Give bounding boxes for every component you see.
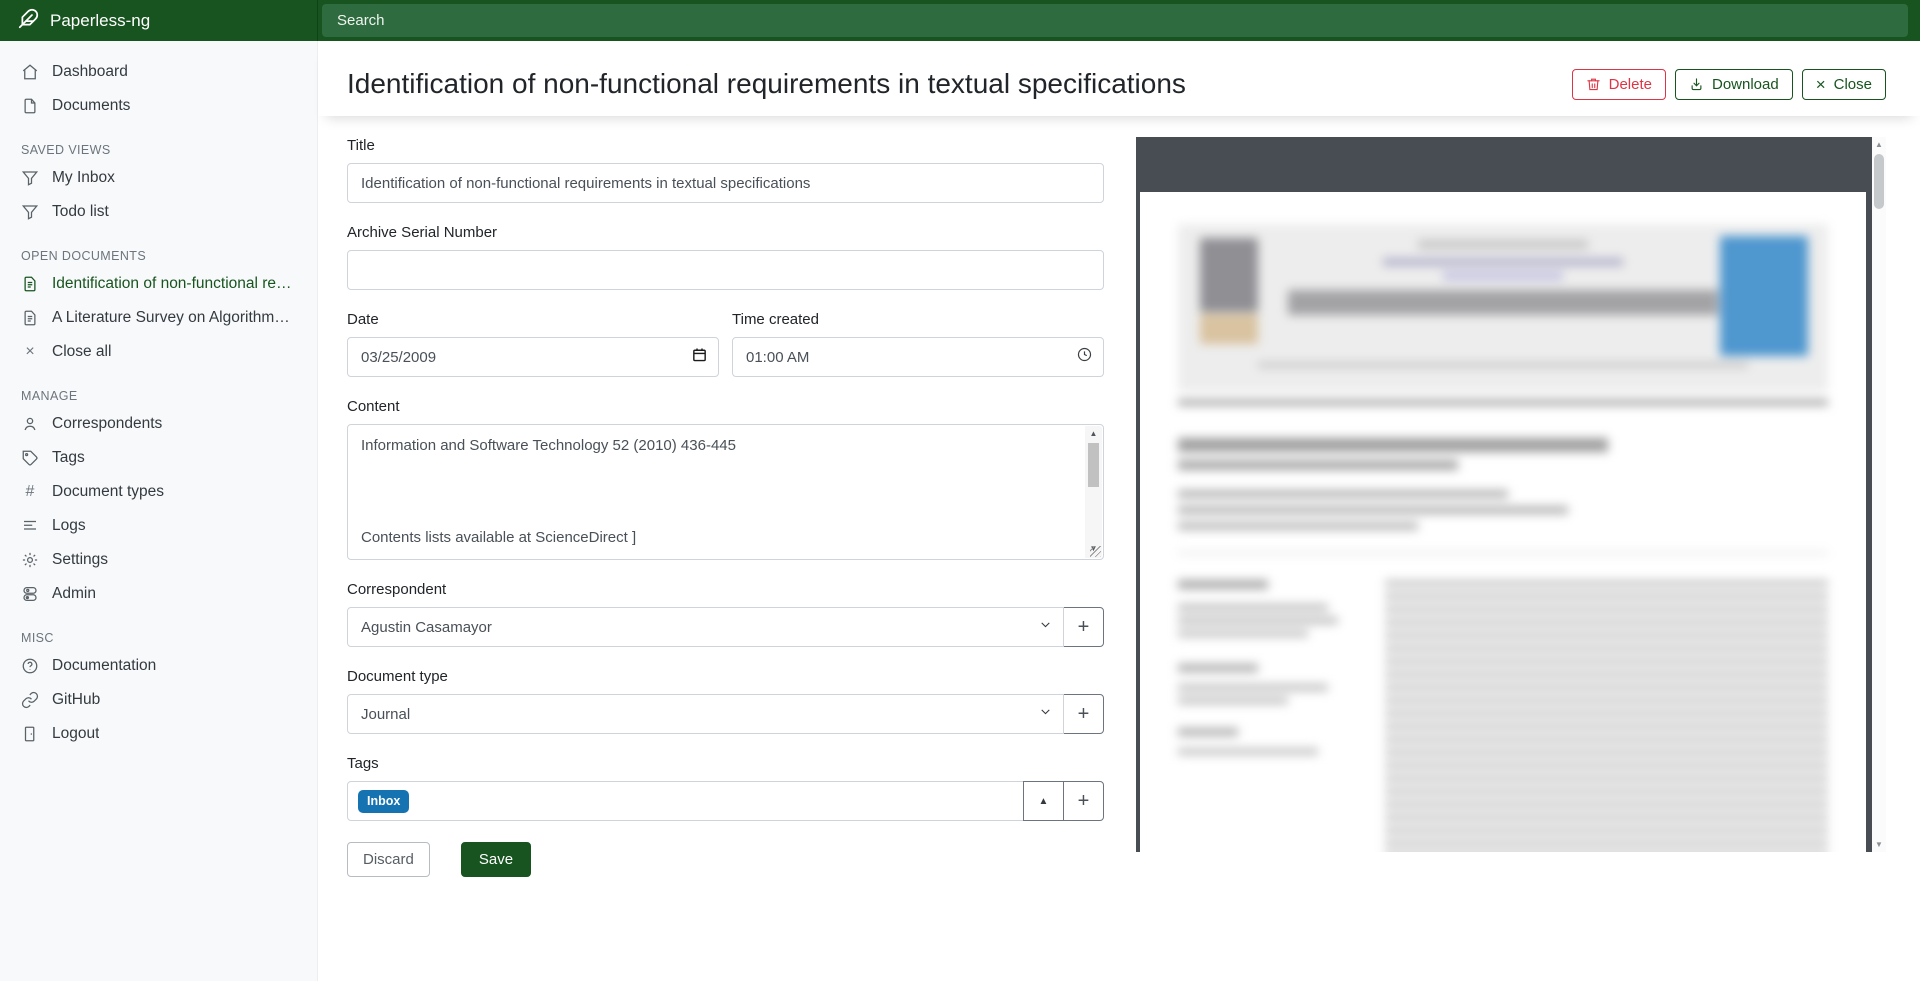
journal-cover-thumbnail: [1720, 236, 1808, 356]
add-tag-button[interactable]: +: [1063, 781, 1104, 821]
gear-icon: [21, 551, 39, 569]
content-field: Information and Software Technology 52 (…: [347, 424, 1104, 560]
list-icon: [21, 517, 39, 535]
tag-icon: [21, 449, 39, 467]
tags-label: Tags: [347, 755, 1104, 772]
header-actions: Delete Download × Close: [1572, 69, 1886, 100]
pdf-page-blurred-content: [1140, 192, 1866, 852]
document-type-label: Document type: [347, 668, 1104, 685]
content-row: Title Archive Serial Number Date: [318, 116, 1920, 877]
close-button[interactable]: × Close: [1802, 69, 1886, 100]
tags-dropdown-caret-button[interactable]: ▲: [1023, 781, 1064, 821]
preview-scrollbar[interactable]: ▲ ▼: [1872, 137, 1886, 852]
tags-input[interactable]: Inbox: [347, 781, 1024, 821]
home-icon: [21, 63, 39, 81]
sidebar-item-correspondents[interactable]: Correspondents: [0, 407, 317, 441]
correspondent-select[interactable]: Agustin Casamayor: [347, 607, 1064, 647]
filter-icon: [21, 169, 39, 187]
scroll-up-icon[interactable]: ▲: [1085, 426, 1102, 441]
open-document-item[interactable]: A Literature Survey on Algorithms for Mu…: [0, 301, 317, 335]
main-content: Identification of non-functional require…: [318, 41, 1920, 981]
publisher-logo: [1200, 238, 1258, 312]
sidebar-item-documentation[interactable]: Documentation: [0, 649, 317, 683]
hash-icon: #: [21, 483, 39, 501]
abstract-text-block: [1385, 580, 1828, 852]
page-title: Identification of non-functional require…: [347, 68, 1186, 100]
sidebar-item-github[interactable]: GitHub: [0, 683, 317, 717]
scrollbar-thumb[interactable]: [1874, 154, 1884, 209]
date-input[interactable]: [347, 337, 719, 377]
download-button[interactable]: Download: [1675, 69, 1793, 100]
file-text-icon: [21, 309, 39, 327]
scroll-up-icon[interactable]: ▲: [1872, 140, 1886, 149]
content-scrollbar[interactable]: ▲ ▼: [1085, 426, 1102, 558]
sidebar: Dashboard Documents SAVED VIEWS My Inbox…: [0, 41, 318, 981]
sidebar-item-dashboard[interactable]: Dashboard: [0, 55, 317, 89]
date-label: Date: [347, 311, 719, 328]
toggles-icon: [21, 585, 39, 603]
section-misc: MISC: [21, 631, 296, 645]
document-header: Identification of non-functional require…: [318, 41, 1920, 116]
file-text-icon: [21, 275, 39, 293]
sidebar-item-document-types[interactable]: # Document types: [0, 475, 317, 509]
navbar-search-area: [318, 0, 1920, 41]
sidebar-item-documents[interactable]: Documents: [0, 89, 317, 123]
resize-grip[interactable]: [1090, 546, 1101, 557]
title-input[interactable]: [347, 163, 1104, 203]
sidebar-item-settings[interactable]: Settings: [0, 543, 317, 577]
top-navbar: Paperless-ng: [0, 0, 1920, 41]
close-icon: ×: [21, 343, 39, 361]
sidebar-item-tags[interactable]: Tags: [0, 441, 317, 475]
section-manage: MANAGE: [21, 389, 296, 403]
archive-serial-number-input[interactable]: [347, 250, 1104, 290]
door-icon: [21, 725, 39, 743]
content-textarea[interactable]: Information and Software Technology 52 (…: [349, 426, 1085, 558]
title-label: Title: [347, 137, 1104, 154]
scroll-down-icon[interactable]: ▼: [1872, 840, 1886, 849]
sidebar-item-logout[interactable]: Logout: [0, 717, 317, 751]
document-type-select[interactable]: Journal: [347, 694, 1064, 734]
link-icon: [21, 691, 39, 709]
journal-header-banner: [1178, 224, 1828, 392]
form-actions: Discard Save: [347, 842, 1104, 877]
add-correspondent-button[interactable]: +: [1063, 607, 1104, 647]
sidebar-item-todo-list[interactable]: Todo list: [0, 195, 317, 229]
document-icon: [21, 97, 39, 115]
section-saved-views: SAVED VIEWS: [21, 143, 296, 157]
document-edit-form: Title Archive Serial Number Date: [347, 137, 1104, 877]
time-created-label: Time created: [732, 311, 1104, 328]
pdf-viewer-background: [1136, 137, 1872, 852]
download-icon: [1689, 77, 1704, 92]
open-document-item-active[interactable]: Identification of non-functional require…: [0, 267, 317, 301]
content-label: Content: [347, 398, 1104, 415]
app-title: Paperless-ng: [50, 11, 150, 31]
delete-button[interactable]: Delete: [1572, 69, 1666, 100]
help-circle-icon: [21, 657, 39, 675]
save-button[interactable]: Save: [461, 842, 531, 877]
user-icon: [21, 415, 39, 433]
trash-icon: [1586, 77, 1601, 92]
document-preview-pane: ▲ ▼: [1136, 137, 1886, 852]
sidebar-item-close-all[interactable]: × Close all: [0, 335, 317, 369]
scrollbar-thumb[interactable]: [1088, 443, 1099, 487]
close-icon: ×: [1816, 77, 1826, 92]
asn-label: Archive Serial Number: [347, 224, 1104, 241]
sidebar-item-admin[interactable]: Admin: [0, 577, 317, 611]
section-open-documents: OPEN DOCUMENTS: [21, 249, 296, 263]
correspondent-label: Correspondent: [347, 581, 1104, 598]
sidebar-item-my-inbox[interactable]: My Inbox: [0, 161, 317, 195]
add-document-type-button[interactable]: +: [1063, 694, 1104, 734]
filter-icon: [21, 203, 39, 221]
discard-button[interactable]: Discard: [347, 842, 430, 877]
app-brand[interactable]: Paperless-ng: [0, 0, 318, 41]
feather-logo-icon: [18, 8, 39, 34]
pdf-page: [1140, 192, 1866, 852]
sidebar-item-logs[interactable]: Logs: [0, 509, 317, 543]
tag-badge-inbox: Inbox: [358, 790, 409, 813]
search-input[interactable]: [322, 4, 1908, 37]
time-created-input[interactable]: [732, 337, 1104, 377]
